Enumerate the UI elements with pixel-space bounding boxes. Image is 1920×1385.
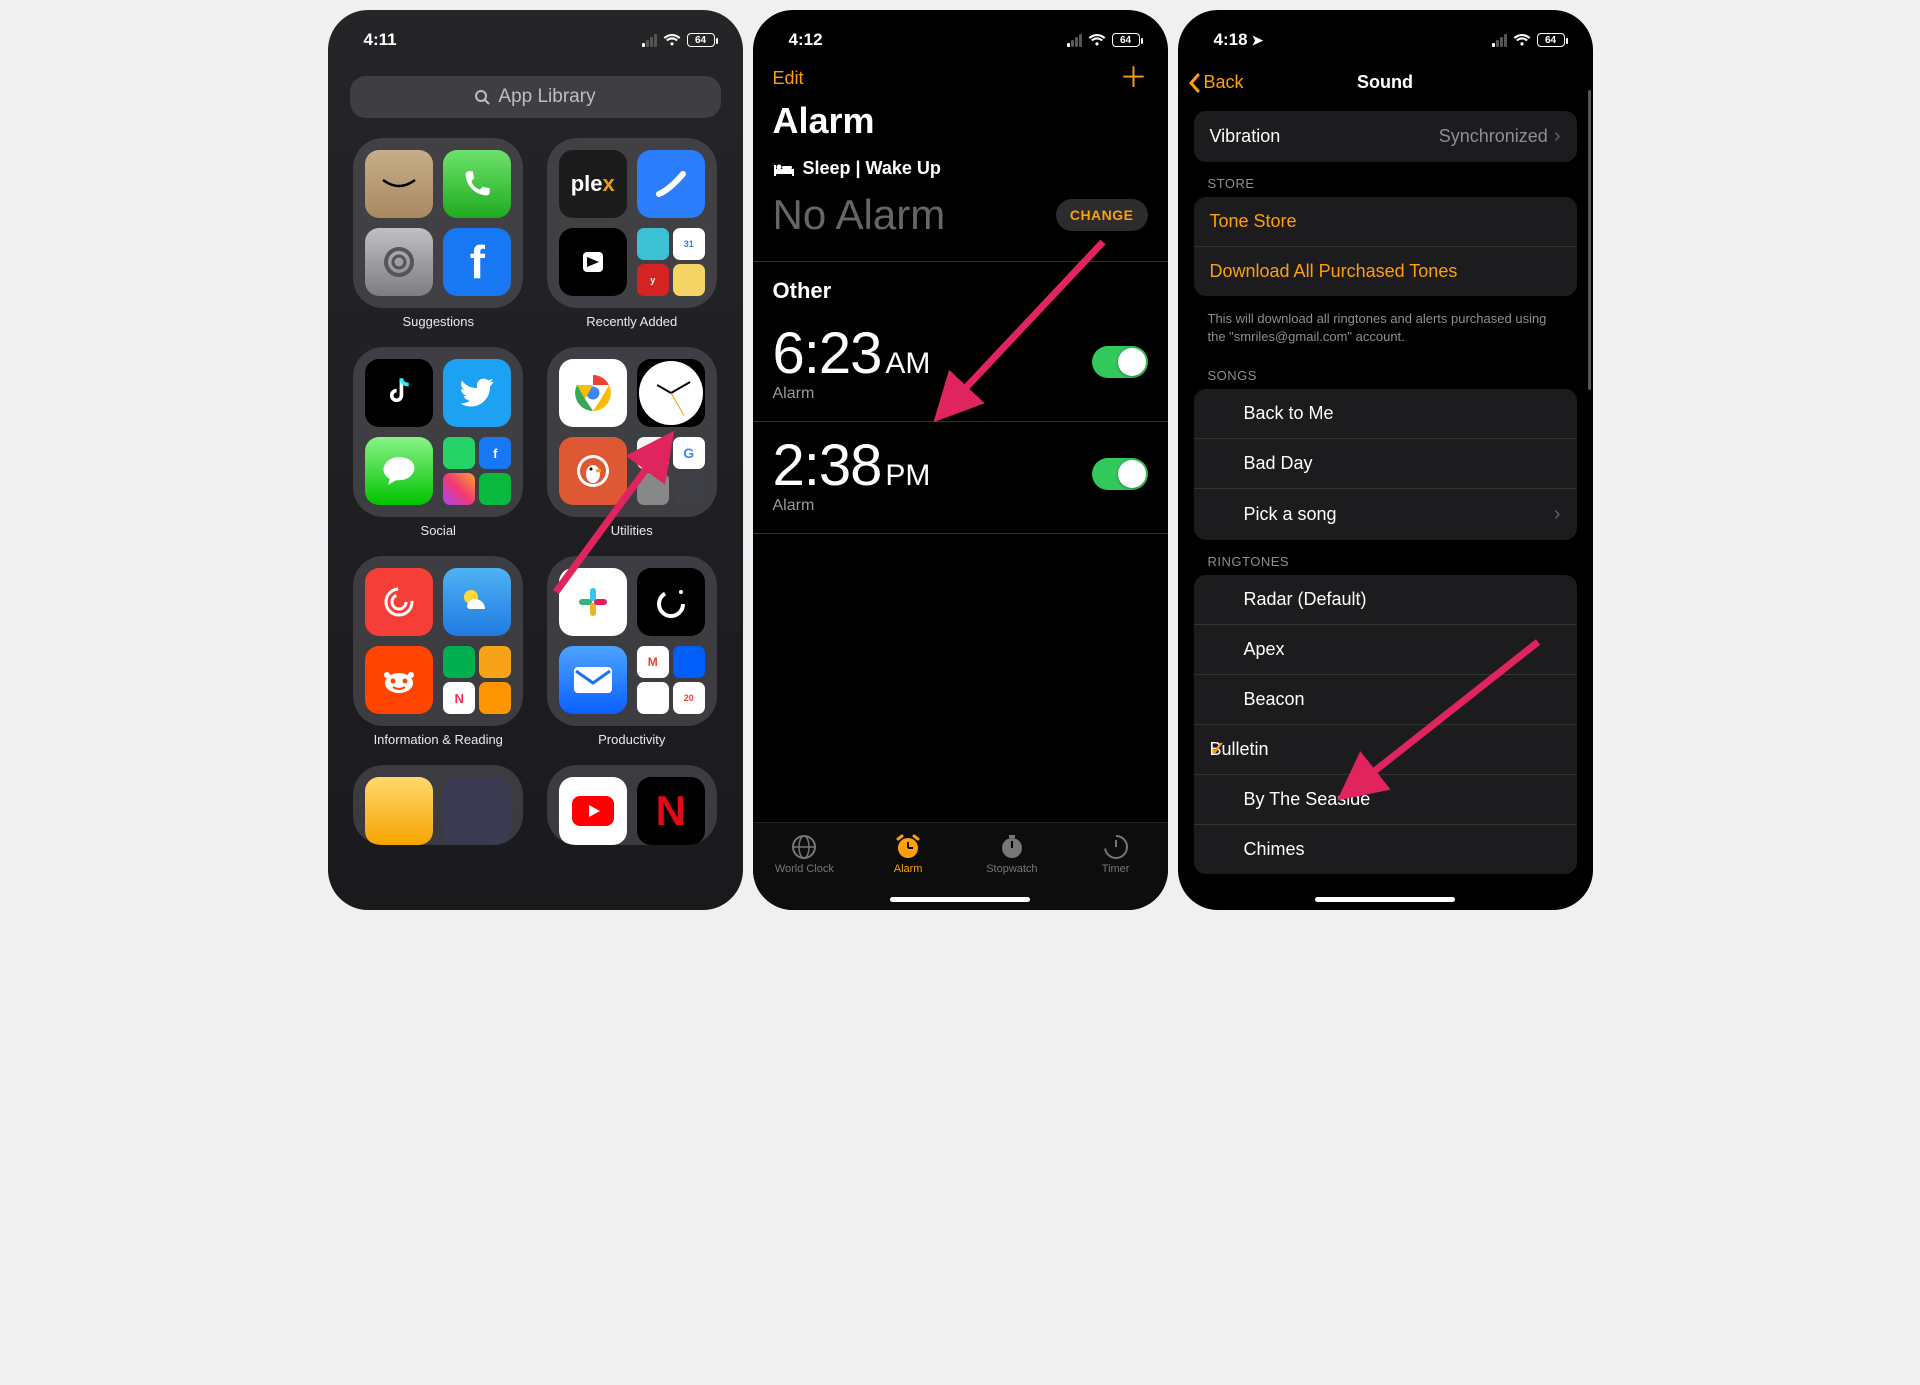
tab-stopwatch[interactable]: Stopwatch	[967, 833, 1057, 875]
app-settings[interactable]	[365, 228, 433, 296]
ringtone-row-3[interactable]: ✓Bulletin	[1194, 724, 1577, 774]
battery-icon: 64	[687, 33, 715, 47]
folder-productivity[interactable]: M 20 Productivity	[545, 556, 719, 747]
status-bar: 4:11 64	[328, 10, 743, 58]
info-more[interactable]: N	[443, 646, 511, 714]
status-time: 4:12	[789, 30, 823, 50]
checkmark-icon: ✓	[1210, 738, 1226, 761]
battery-icon: 64	[1537, 33, 1565, 47]
alarm-row-0[interactable]: 6:23AM Alarm	[753, 310, 1168, 422]
other-header: Other	[753, 262, 1168, 310]
folder-partial-2[interactable]: N	[545, 765, 719, 851]
home-indicator[interactable]	[890, 897, 1030, 902]
ringtones-header: RINGTONES	[1178, 548, 1593, 575]
alarm-toggle[interactable]	[1092, 458, 1148, 490]
ringtone-row-4[interactable]: By The Seaside	[1194, 774, 1577, 824]
folder-partial-1[interactable]	[352, 765, 526, 851]
signal-icon	[642, 34, 657, 47]
app-netflix[interactable]: N	[637, 777, 705, 845]
app-tiktok[interactable]	[365, 359, 433, 427]
scroll-indicator[interactable]	[1588, 90, 1591, 390]
phone-sound-settings: 4:18➤ 64 Back Sound Vibration Synchroniz…	[1178, 10, 1593, 910]
wifi-icon	[663, 33, 681, 47]
alarm-row-1[interactable]: 2:38PM Alarm	[753, 422, 1168, 534]
folders-grid: f Suggestions plex 31 y Recently Added	[328, 128, 743, 861]
home-indicator[interactable]	[1315, 897, 1455, 902]
app-facebook[interactable]: f	[443, 228, 511, 296]
search-icon	[474, 89, 490, 105]
phone-app-library: 4:11 64 App Library f Suggestions plex	[328, 10, 743, 910]
store-footer: This will download all ringtones and ale…	[1178, 304, 1593, 362]
phone-alarm: 4:12 64 Edit ＋ Alarm Sleep | Wake Up No …	[753, 10, 1168, 910]
no-alarm-text: No Alarm	[773, 191, 946, 239]
songs-header: SONGS	[1178, 362, 1593, 389]
bed-icon	[773, 161, 795, 177]
app-phone[interactable]	[443, 150, 511, 218]
chevron-left-icon	[1188, 73, 1200, 93]
status-bar: 4:18➤ 64	[1178, 10, 1593, 58]
folder-info-reading[interactable]: N Information & Reading	[352, 556, 526, 747]
alarm-toggle[interactable]	[1092, 346, 1148, 378]
ringtone-row-1[interactable]: Apex	[1194, 624, 1577, 674]
app-weather[interactable]	[443, 568, 511, 636]
app-capcut[interactable]	[559, 228, 627, 296]
location-icon: ➤	[1252, 32, 1264, 49]
search-bar[interactable]: App Library	[350, 76, 721, 118]
song-row-1[interactable]: Bad Day	[1194, 438, 1577, 488]
tab-world-clock[interactable]: World Clock	[759, 833, 849, 875]
app-mail[interactable]	[559, 646, 627, 714]
battery-icon: 64	[1112, 33, 1140, 47]
signal-icon	[1067, 34, 1082, 47]
app-amazon[interactable]	[365, 150, 433, 218]
store-header: STORE	[1178, 170, 1593, 197]
folder-suggestions[interactable]: f Suggestions	[352, 138, 526, 329]
app-generic-black[interactable]	[637, 568, 705, 636]
app-slack[interactable]	[559, 568, 627, 636]
app-game1[interactable]	[365, 777, 433, 845]
social-more[interactable]: f	[443, 437, 511, 505]
app-generic-blue[interactable]	[637, 150, 705, 218]
pick-song-row[interactable]: Pick a song›	[1194, 488, 1577, 540]
folder-recently-added[interactable]: plex 31 y Recently Added	[545, 138, 719, 329]
tab-timer[interactable]: Timer	[1071, 833, 1161, 875]
app-youtube[interactable]	[559, 777, 627, 845]
status-time: 4:11	[364, 30, 397, 50]
signal-icon	[1492, 34, 1507, 47]
edit-button[interactable]: Edit	[773, 68, 804, 89]
status-time: 4:18	[1214, 30, 1248, 50]
recently-added-more[interactable]: 31 y	[637, 228, 705, 296]
app-chrome[interactable]	[559, 359, 627, 427]
app-plex[interactable]: plex	[559, 150, 627, 218]
app-game2[interactable]	[443, 777, 511, 845]
ringtone-row-5[interactable]: Chimes	[1194, 824, 1577, 874]
wifi-icon	[1088, 33, 1106, 47]
change-button[interactable]: CHANGE	[1056, 199, 1148, 231]
ringtone-row-0[interactable]: Radar (Default)	[1194, 575, 1577, 624]
page-title: Alarm	[753, 98, 1168, 156]
productivity-more[interactable]: M 20	[637, 646, 705, 714]
download-tones-row[interactable]: Download All Purchased Tones	[1194, 246, 1577, 296]
app-pocketcasts[interactable]	[365, 568, 433, 636]
utilities-more[interactable]: G	[637, 437, 705, 505]
status-bar: 4:12 64	[753, 10, 1168, 58]
app-reddit[interactable]	[365, 646, 433, 714]
nav-title: Sound	[1357, 72, 1413, 93]
add-alarm-button[interactable]: ＋	[1119, 64, 1147, 92]
chevron-right-icon: ›	[1554, 125, 1561, 148]
wifi-icon	[1513, 33, 1531, 47]
folder-utilities[interactable]: G Utilities	[545, 347, 719, 538]
vibration-row[interactable]: Vibration Synchronized›	[1194, 111, 1577, 162]
app-clock[interactable]	[637, 359, 705, 427]
ringtone-row-2[interactable]: Beacon	[1194, 674, 1577, 724]
sleep-wake-header: Sleep | Wake Up	[753, 156, 1168, 181]
folder-social[interactable]: f Social	[352, 347, 526, 538]
app-duckduckgo[interactable]	[559, 437, 627, 505]
tone-store-row[interactable]: Tone Store	[1194, 197, 1577, 246]
chevron-right-icon: ›	[1554, 503, 1561, 526]
app-twitter[interactable]	[443, 359, 511, 427]
tab-alarm[interactable]: Alarm	[863, 833, 953, 875]
back-button[interactable]: Back	[1188, 72, 1244, 93]
song-row-0[interactable]: Back to Me	[1194, 389, 1577, 438]
app-messages[interactable]	[365, 437, 433, 505]
